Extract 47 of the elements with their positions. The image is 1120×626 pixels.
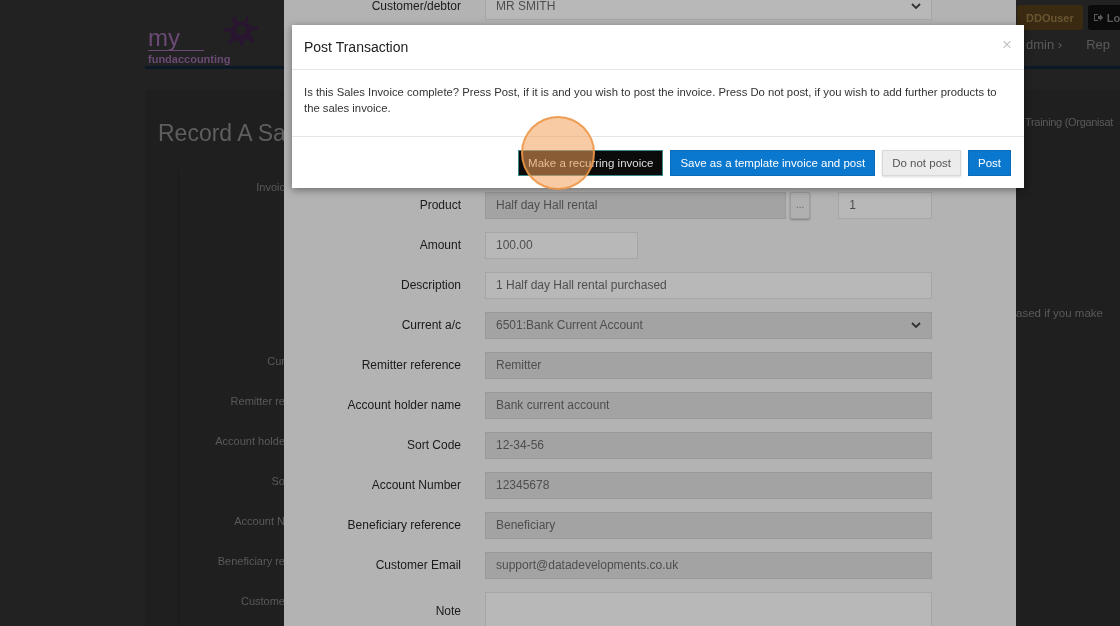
input-field[interactable]: 12-34-56 [485,431,932,459]
input-field[interactable]: 1 Half day Hall rental purchased [485,271,932,299]
field-label: Account holde [215,434,285,449]
field-label: Cur [267,354,285,369]
sign-out-icon [1093,13,1103,22]
input-field[interactable]: 12345678 [485,471,932,499]
input-field[interactable]: Remitter [485,351,932,379]
field-label: Beneficiary reference [346,518,461,532]
field-label: Account holder name [346,398,461,412]
field-label: Amount [418,238,461,252]
select-field[interactable]: MR SMITH [485,0,932,20]
field-label: Remitter re [230,394,285,409]
field-label: Sort Code [405,438,461,452]
dialog-title: Post Transaction [304,39,409,55]
nav-link[interactable]: dmin › [1026,37,1063,52]
note-text: ased if you make [1016,307,1103,319]
dialog-message: Is this Sales Invoice complete? Press Post, if it is and you wish to post the invoice. Press Do not post, if you wish to add further products to the sales invoice. [292,70,1024,137]
field-label: Invoic [256,180,285,195]
dialog-button[interactable]: Post [968,149,1011,176]
field-label: Current a/c [400,318,461,332]
chevron-down-icon [911,2,921,10]
dialog-button[interactable]: Do not post [882,149,961,176]
input-field[interactable]: support@datadevelopments.co.uk [485,551,932,579]
nav-link[interactable]: Rep [1086,37,1110,52]
input-field[interactable]: 100.00 [485,231,638,259]
dialog-button[interactable]: Save as a template invoice and post [670,149,876,176]
logout-button[interactable]: Lo [1087,5,1120,30]
chevron-down-icon [911,321,921,329]
field-label: Product [418,198,461,212]
field-label: Description [399,278,461,292]
field-label: Note [434,603,461,618]
field-label: Remitter reference [360,358,461,372]
field-label: Account Number [370,478,461,492]
quantity-field[interactable]: 1 [838,191,932,219]
page-heading: Record A Sa [158,120,287,147]
field-label: Customer/debtor [370,0,461,13]
input-field[interactable]: Bank current account [485,391,932,419]
close-button[interactable]: × [1002,35,1012,53]
field-label: Beneficiary re [217,554,285,569]
field-label: Customer Email [374,558,461,572]
field-label: Custome [240,594,285,609]
input-field[interactable]: Half day Hall rental [485,191,787,219]
field-label: Account N [234,514,285,529]
input-field[interactable]: Beneficiary [485,511,932,539]
organisation-text: Training (Organisat [1025,116,1114,128]
picker-button[interactable]: ... [790,191,811,219]
select-field[interactable]: 6501:Bank Current Account [485,311,932,339]
